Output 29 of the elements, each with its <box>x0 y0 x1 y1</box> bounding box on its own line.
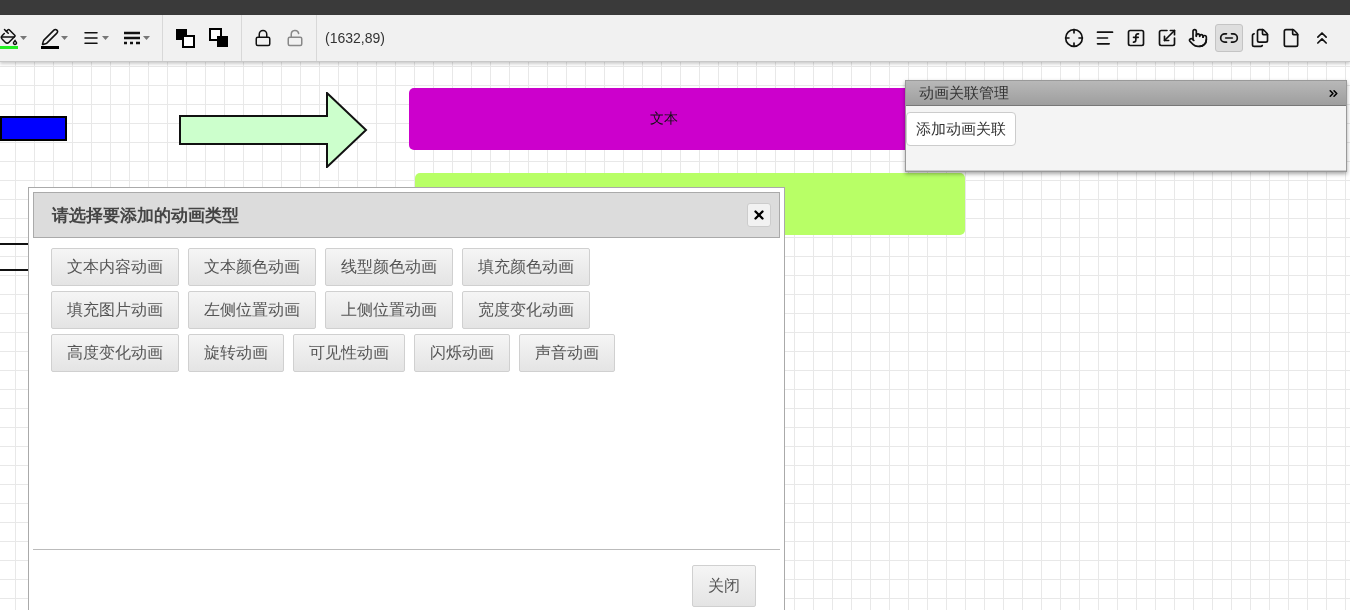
caret-icon <box>102 36 109 40</box>
animation-type-button[interactable]: 填充颜色动画 <box>462 248 590 286</box>
animation-type-button[interactable]: 高度变化动画 <box>51 334 179 372</box>
caret-icon <box>61 36 68 40</box>
paint-bucket-icon <box>0 27 18 49</box>
close-icon <box>752 208 766 222</box>
animation-type-button[interactable]: 声音动画 <box>519 334 615 372</box>
dialog-title: 请选择要添加的动画类型 <box>52 204 239 227</box>
animation-type-button[interactable]: 闪烁动画 <box>414 334 510 372</box>
lines-icon <box>82 29 100 47</box>
caret-icon <box>20 36 27 40</box>
link-icon[interactable] <box>1215 24 1243 52</box>
panel-title: 动画关联管理 <box>919 83 1009 103</box>
coordinates-text: (1632,89) <box>324 30 385 46</box>
dashed-lines-icon <box>123 29 141 47</box>
animation-type-button[interactable]: 文本内容动画 <box>51 248 179 286</box>
animation-type-button[interactable]: 线型颜色动画 <box>325 248 453 286</box>
caret-icon <box>143 36 150 40</box>
pen-icon <box>41 27 59 49</box>
animation-type-button[interactable]: 左侧位置动画 <box>188 291 316 329</box>
line-shape <box>0 242 30 272</box>
close-dialog-button[interactable]: 关闭 <box>692 565 756 607</box>
close-button[interactable] <box>747 203 771 227</box>
animation-type-button[interactable]: 旋转动画 <box>188 334 284 372</box>
animation-type-button[interactable]: 上侧位置动画 <box>325 291 453 329</box>
animation-type-button[interactable]: 填充图片动画 <box>51 291 179 329</box>
animation-type-button[interactable]: 文本颜色动画 <box>188 248 316 286</box>
animation-type-button[interactable]: 可见性动画 <box>293 334 405 372</box>
animation-type-button[interactable]: 宽度变化动画 <box>462 291 590 329</box>
